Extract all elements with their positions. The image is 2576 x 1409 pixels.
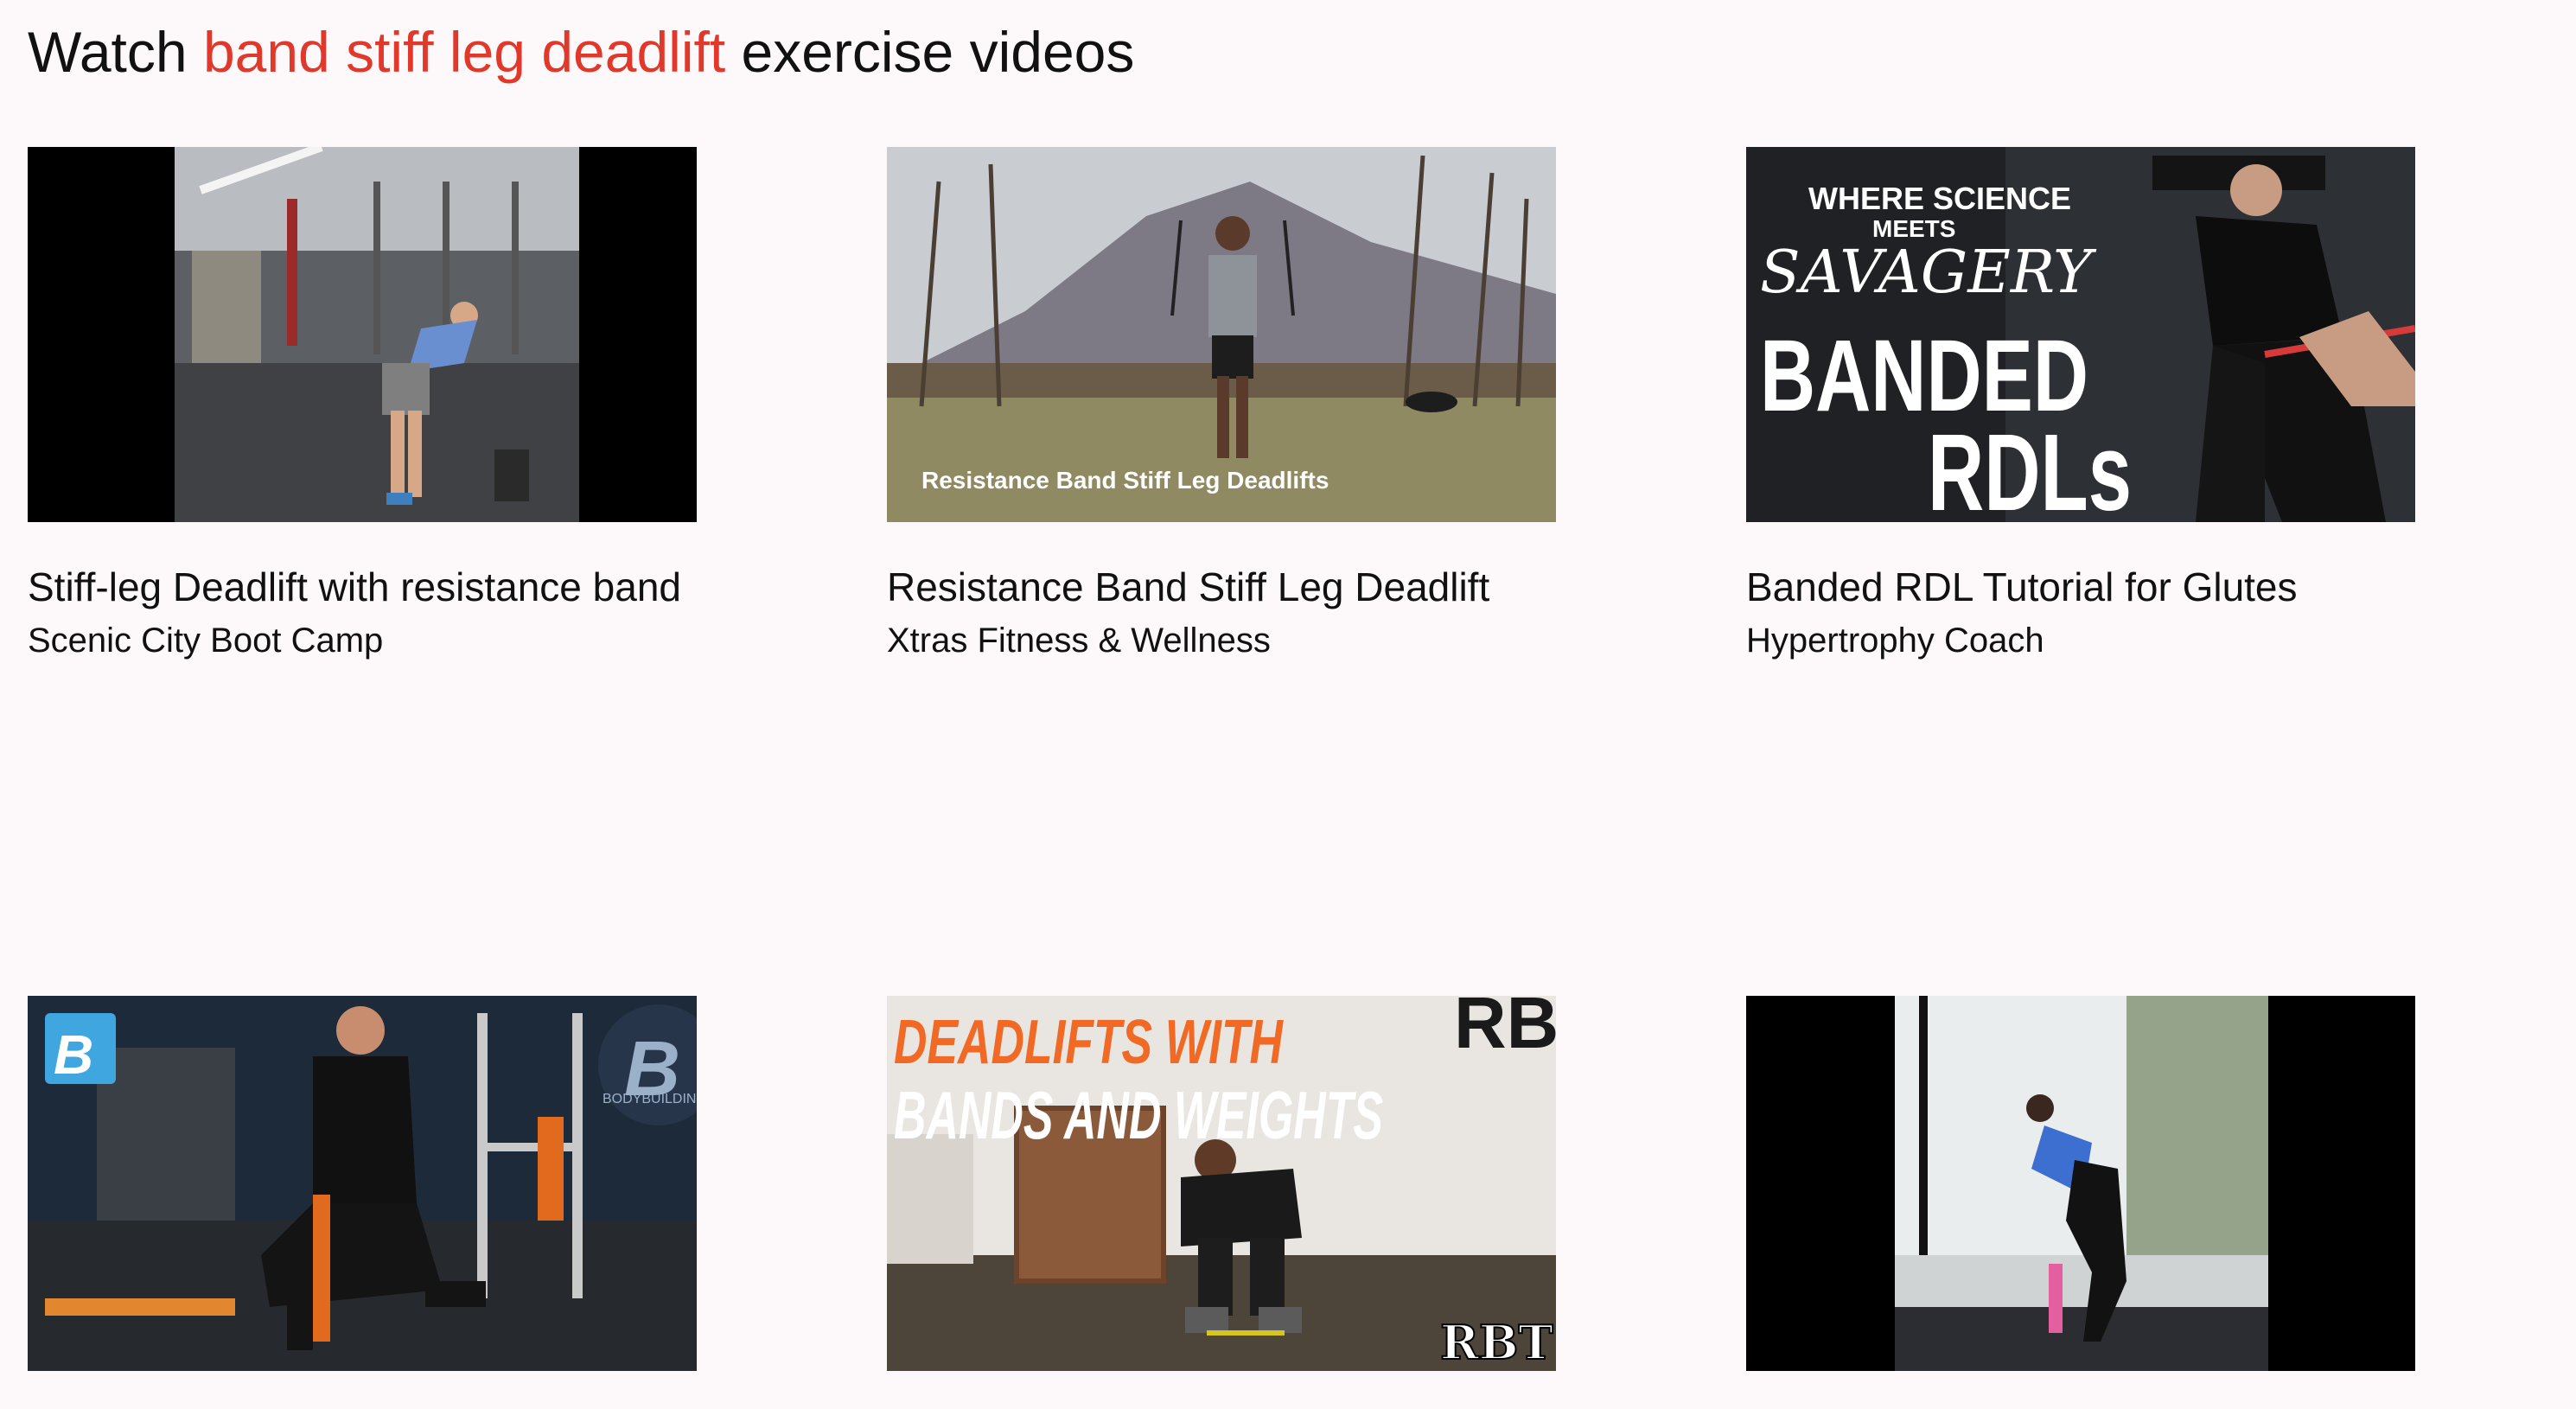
video-thumbnail[interactable]: RBT DEADLIFTS WITH BANDS AND WEIGHTS RBT xyxy=(887,996,1556,1371)
video-channel: Scenic City Boot Camp xyxy=(28,622,384,660)
thumbnail-brand-logo: B xyxy=(54,1023,93,1086)
video-thumbnail[interactable]: B BODYBUILDING B xyxy=(28,996,697,1371)
thumbnail-watermark-text: BODYBUILDING xyxy=(603,1092,697,1106)
video-title[interactable]: Banded RDL Tutorial for Glutes xyxy=(1746,560,2415,615)
thumbnail-overlay-text: Resistance Band Stiff Leg Deadlifts xyxy=(921,467,1329,494)
video-title[interactable]: Resistance Band Stiff Leg Deadlift xyxy=(887,560,1556,615)
video-card[interactable]: B BODYBUILDING B xyxy=(28,996,697,1409)
video-thumbnail-image: B BODYBUILDING B xyxy=(28,996,697,1371)
video-channel: Hypertrophy Coach xyxy=(1746,622,2044,660)
video-thumbnail-image: RBT DEADLIFTS WITH BANDS AND WEIGHTS RBT xyxy=(887,996,1556,1371)
video-thumbnail[interactable]: WHERE SCIENCE MEETS SAVAGERY BANDED RDLs xyxy=(1746,147,2415,522)
thumbnail-overlay-line: SAVAGERY xyxy=(1760,239,2097,307)
video-thumbnail[interactable] xyxy=(28,147,697,522)
video-card[interactable]: Stiff-leg Deadlift with resistance band … xyxy=(28,147,697,663)
video-card[interactable]: Resistance Band Stiff Leg Deadlifts Resi… xyxy=(887,147,1556,663)
video-thumbnail-image: Resistance Band Stiff Leg Deadlifts xyxy=(887,147,1556,522)
video-title[interactable]: Stiff-leg Deadlift with resistance band xyxy=(28,560,697,615)
video-thumbnail[interactable] xyxy=(1746,996,2415,1371)
video-grid: Stiff-leg Deadlift with resistance band … xyxy=(0,0,2576,1385)
video-thumbnail[interactable]: Resistance Band Stiff Leg Deadlifts xyxy=(887,147,1556,522)
thumbnail-wall-sign: RBT xyxy=(1454,996,1556,1063)
video-card[interactable] xyxy=(1746,996,2415,1409)
thumbnail-overlay-line: WHERE SCIENCE xyxy=(1808,181,2071,216)
thumbnail-overlay-line: RDLs xyxy=(1928,411,2132,522)
thumbnail-overlay-line: DEADLIFTS WITH xyxy=(894,1008,1284,1077)
video-channel: Xtras Fitness & Wellness xyxy=(887,622,1271,660)
video-thumbnail-image: WHERE SCIENCE MEETS SAVAGERY BANDED RDLs xyxy=(1746,147,2415,522)
video-thumbnail-image xyxy=(28,147,697,522)
video-card[interactable]: WHERE SCIENCE MEETS SAVAGERY BANDED RDLs… xyxy=(1746,147,2415,663)
thumbnail-brand-mark: RBT xyxy=(1440,1315,1553,1370)
thumbnail-overlay-line: BANDS AND WEIGHTS xyxy=(894,1077,1383,1153)
video-card[interactable]: RBT DEADLIFTS WITH BANDS AND WEIGHTS RBT xyxy=(887,996,1556,1409)
video-thumbnail-image xyxy=(1746,996,2415,1371)
